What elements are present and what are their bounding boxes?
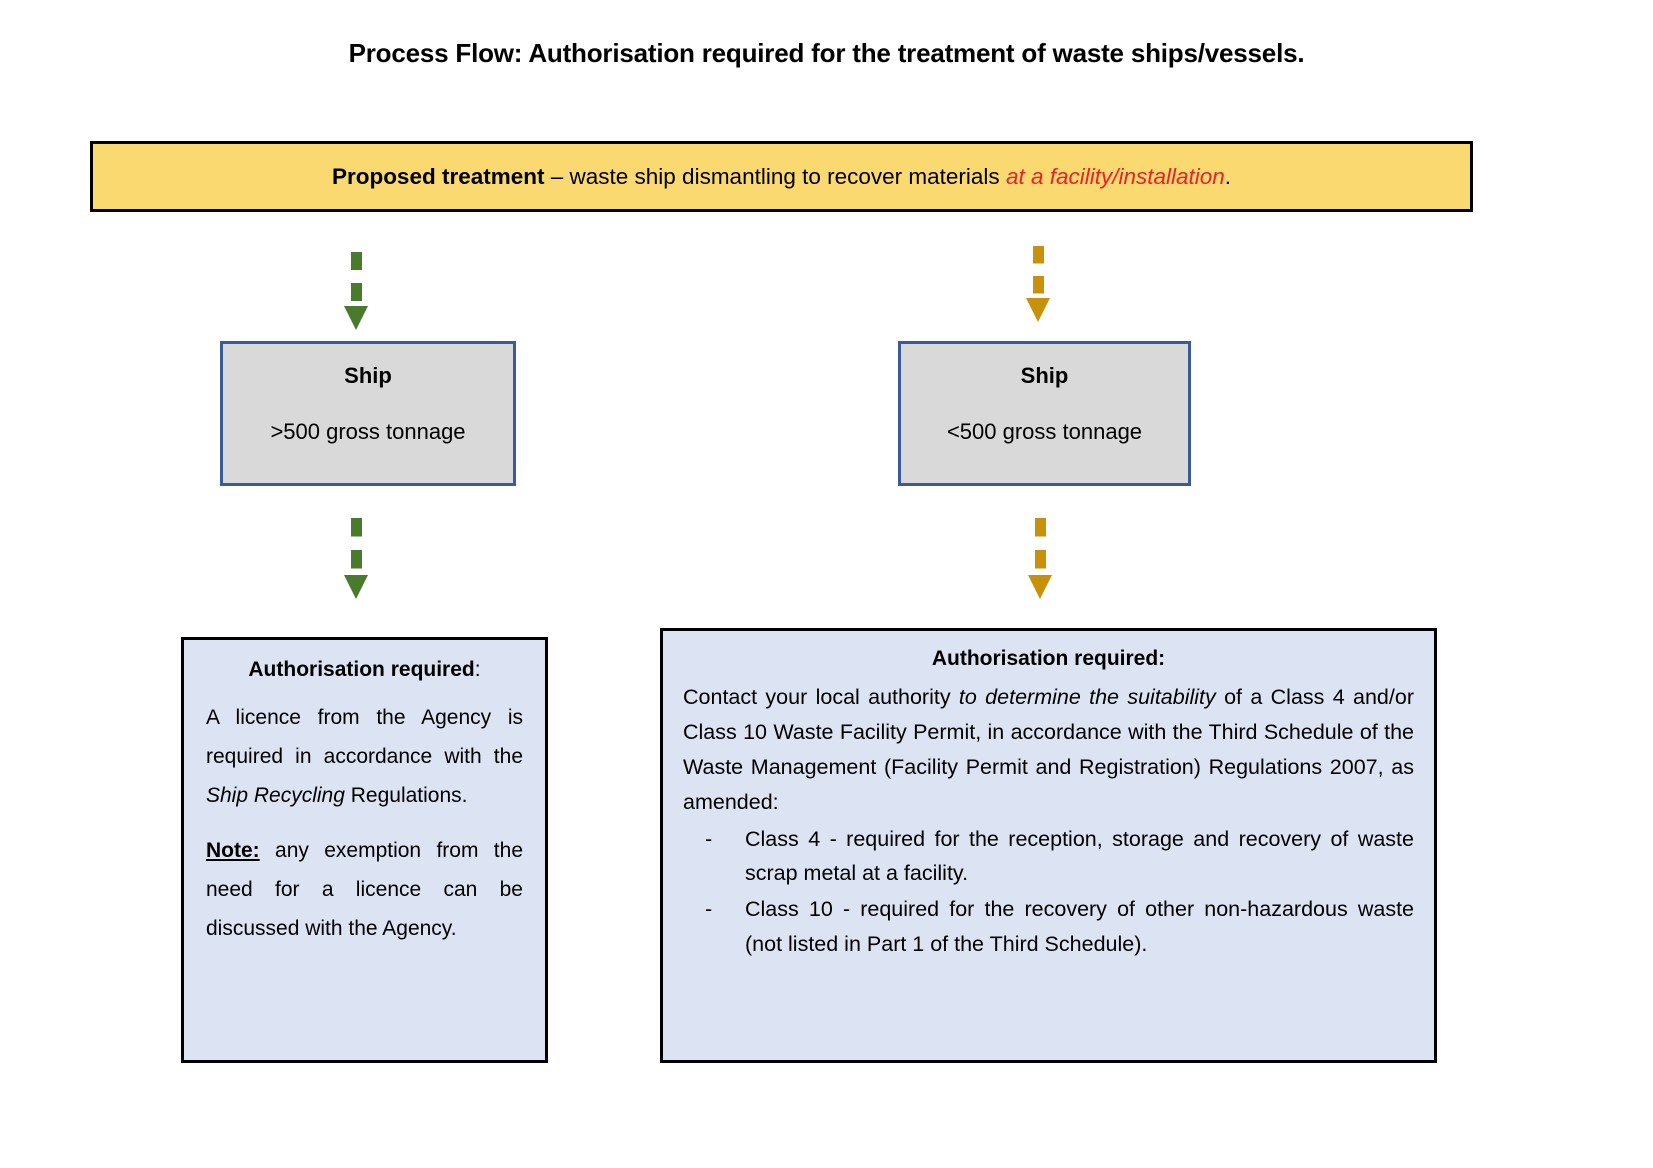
proposed-treatment-middle: – waste ship dismantling to recover mate… bbox=[544, 164, 1006, 189]
authorisation-paragraph-note: Note: any exemption from the need for a … bbox=[206, 832, 523, 949]
list-item-text: Class 4 - required for the reception, st… bbox=[745, 826, 1414, 886]
paragraph-part-italic: to determine the suitability bbox=[958, 685, 1216, 710]
arrow-shaft bbox=[351, 518, 362, 580]
ship-box-over-500: Ship >500 gross tonnage bbox=[220, 341, 516, 486]
arrow-head bbox=[344, 306, 368, 330]
arrow-shaft bbox=[351, 252, 362, 312]
authorisation-heading-bold: Authorisation required bbox=[248, 658, 475, 681]
ship-tonnage: >500 gross tonnage bbox=[270, 418, 466, 444]
list-item: - Class 4 - required for the reception, s… bbox=[683, 822, 1414, 892]
paragraph-part-b: Regulations. bbox=[344, 783, 468, 807]
paragraph-part-a: A licence from the Agency is required in… bbox=[206, 706, 523, 769]
proposed-treatment-banner: Proposed treatment – waste ship dismantl… bbox=[90, 141, 1473, 212]
arrow-head bbox=[1028, 575, 1052, 599]
arrow-shaft bbox=[1035, 518, 1046, 580]
paragraph-part-italic: Ship Recycling bbox=[206, 783, 345, 807]
ship-title: Ship bbox=[1020, 363, 1069, 388]
ship-title: Ship bbox=[344, 363, 392, 388]
authorisation-paragraph-permit: Contact your local authority to determin… bbox=[683, 680, 1414, 819]
authorisation-heading: Authorisation required: bbox=[683, 645, 1414, 672]
arrow-shaft bbox=[1033, 246, 1044, 303]
authorisation-paragraph-licence: A licence from the Agency is required in… bbox=[206, 699, 523, 816]
permit-class-list: - Class 4 - required for the reception, s… bbox=[683, 822, 1414, 962]
authorisation-heading-bold: Authorisation required: bbox=[931, 647, 1166, 670]
authorisation-heading: Authorisation required: bbox=[206, 656, 523, 683]
note-label: Note: bbox=[206, 838, 260, 862]
authorisation-box-right: Authorisation required: Contact your loc… bbox=[660, 628, 1437, 1063]
paragraph-part-a: Contact your local authority bbox=[683, 685, 959, 710]
list-item-text: Class 10 - required for the recovery of … bbox=[745, 897, 1414, 957]
proposed-treatment-emphasis: at a facility/installation bbox=[1005, 164, 1225, 189]
ship-box-under-500: Ship <500 gross tonnage bbox=[898, 341, 1191, 486]
dash-bullet: - bbox=[705, 897, 713, 922]
list-item: - Class 10 - required for the recovery of… bbox=[683, 892, 1414, 962]
ship-tonnage: <500 gross tonnage bbox=[946, 418, 1143, 444]
page-title: Process Flow: Authorisation required for… bbox=[348, 38, 1305, 68]
proposed-treatment-tail: . bbox=[1224, 164, 1232, 189]
arrow-head bbox=[344, 575, 368, 599]
proposed-treatment-lead: Proposed treatment bbox=[331, 164, 545, 189]
authorisation-box-left: Authorisation required: A licence from t… bbox=[181, 637, 548, 1063]
dash-bullet: - bbox=[705, 826, 713, 851]
arrow-head bbox=[1026, 298, 1050, 322]
authorisation-heading-colon: : bbox=[474, 658, 481, 681]
proposed-treatment-text: Proposed treatment – waste ship dismantl… bbox=[332, 163, 1231, 190]
